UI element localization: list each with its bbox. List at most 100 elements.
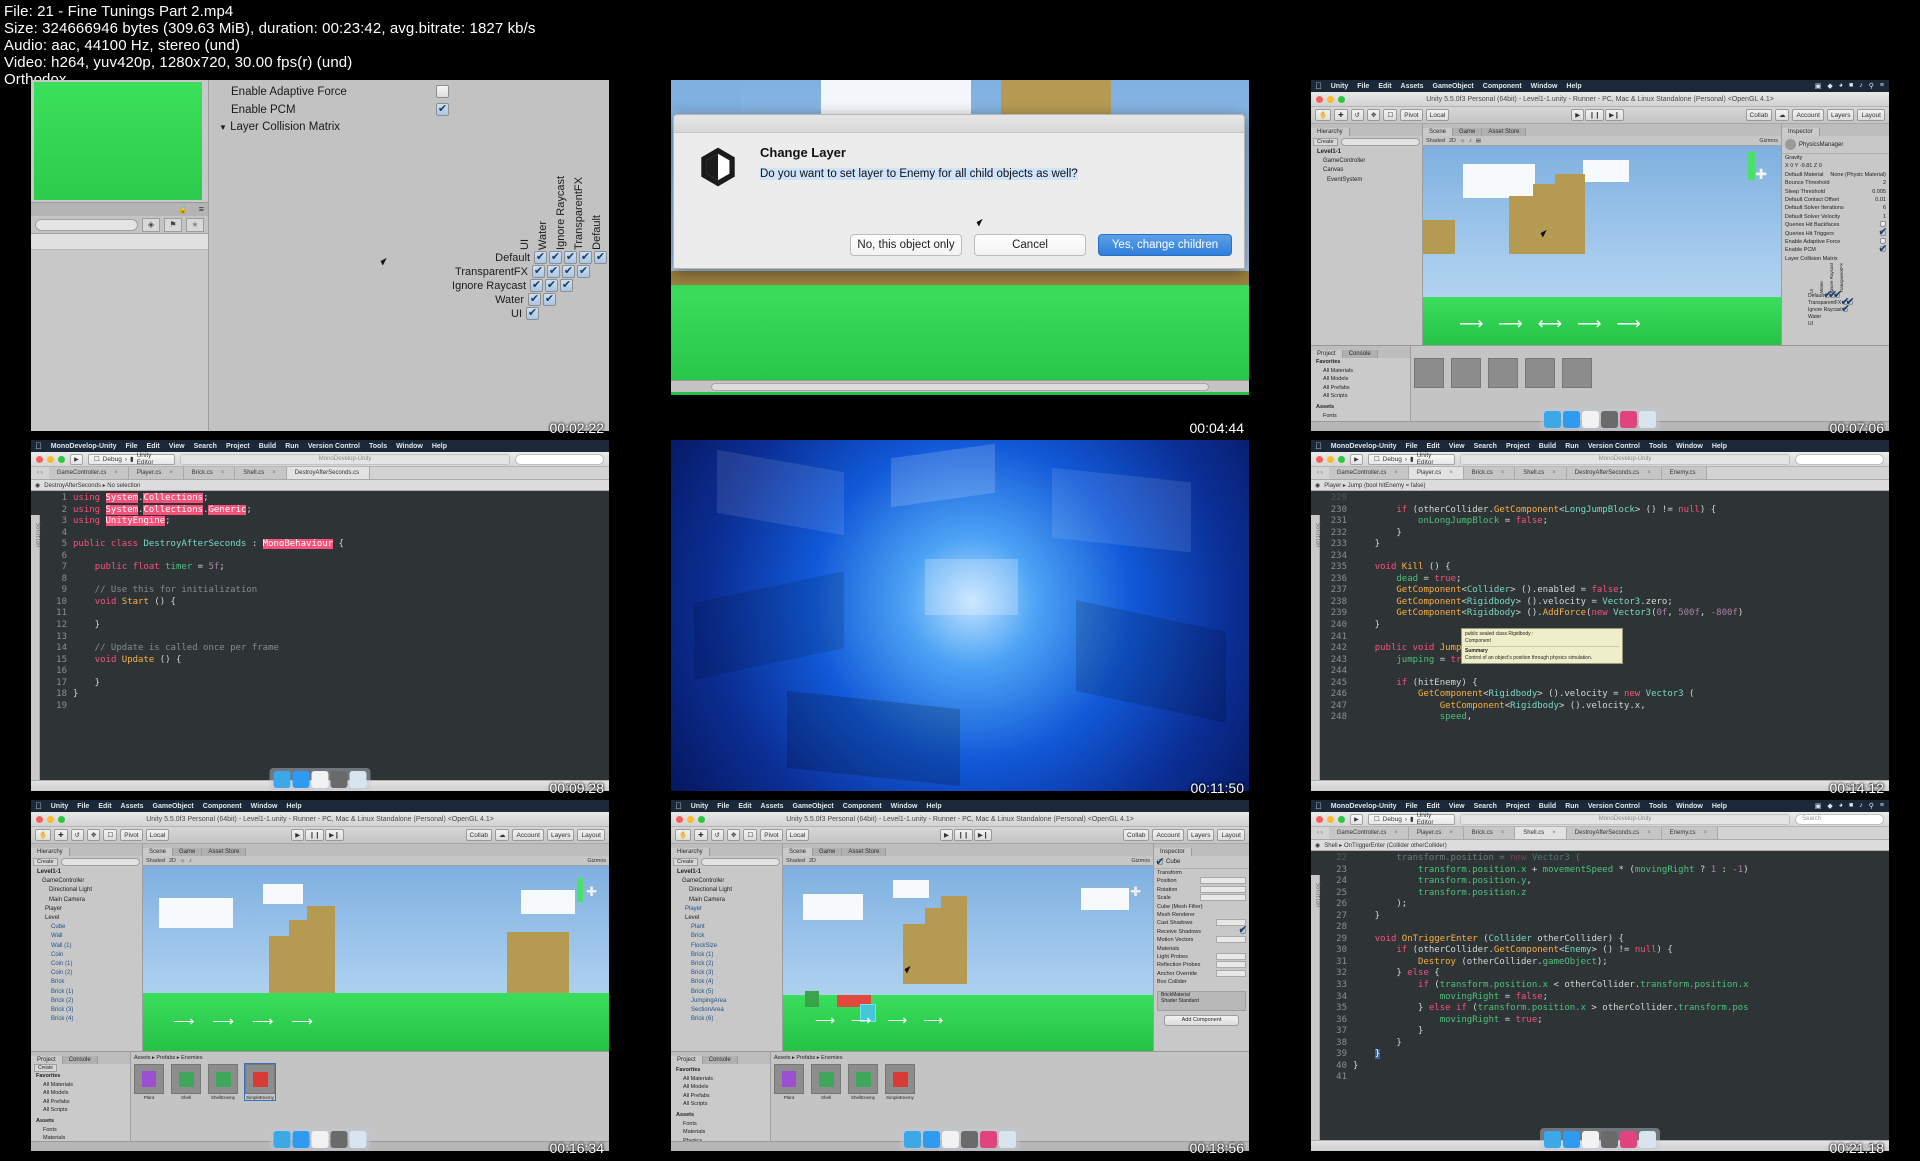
tab-console[interactable]: Console xyxy=(702,1056,738,1064)
fav-all-models[interactable]: All Models xyxy=(671,1083,770,1092)
menu-window[interactable]: Window xyxy=(251,803,278,810)
hierarchy-root[interactable]: Level1-1 xyxy=(31,868,142,877)
cell-tfx-water[interactable] xyxy=(547,265,560,278)
account-button[interactable]: Account xyxy=(512,829,544,841)
shading-dropdown[interactable]: Shaded xyxy=(786,858,805,864)
hierarchy-item-15[interactable]: Brick (6) xyxy=(671,1015,782,1024)
hierarchy-item-9[interactable]: Brick (2) xyxy=(671,960,782,969)
cell-ir-water[interactable] xyxy=(545,279,558,292)
matrix-row-ignore-raycast[interactable]: Ignore Raycast xyxy=(277,279,607,292)
receive-shadows-checkbox[interactable] xyxy=(1240,927,1246,934)
playback-controls[interactable]: ▶ ❙❙ ▶❙ xyxy=(939,829,993,841)
section-transform[interactable]: Transform xyxy=(1154,869,1249,877)
menu-window[interactable]: Window xyxy=(891,803,918,810)
safari-icon[interactable] xyxy=(1563,411,1580,428)
trash-icon[interactable] xyxy=(1639,1131,1656,1148)
tab-gamecontroller-cs[interactable]: GameController.cs × xyxy=(1328,467,1409,479)
media-icon[interactable] xyxy=(1620,1131,1637,1148)
hierarchy-item-12[interactable]: Brick (5) xyxy=(671,988,782,997)
layer-collision-matrix-foldout[interactable]: ▼ Layer Collision Matrix xyxy=(219,121,340,133)
safari-icon[interactable] xyxy=(1563,1131,1580,1148)
menu-view[interactable]: View xyxy=(169,443,185,450)
create-dropdown[interactable]: Create xyxy=(34,1064,58,1072)
tab-player-cs[interactable]: Player.cs × xyxy=(1408,467,1464,479)
rect-tool-icon[interactable]: ☐ xyxy=(743,829,758,841)
close-icon[interactable]: × xyxy=(1501,830,1505,836)
itunes-icon[interactable] xyxy=(1582,411,1599,428)
apple-icon[interactable]:  xyxy=(35,441,42,451)
rect-tool-icon[interactable]: ☐ xyxy=(1383,109,1398,121)
create-dropdown[interactable]: Create xyxy=(33,858,58,866)
tab-project[interactable]: Project xyxy=(671,1056,703,1064)
hierarchy-root[interactable]: Level1-1 xyxy=(671,868,782,877)
breadcrumb-bar[interactable]: ◉ Player ▸ Jump (bool hitEnemy = false) xyxy=(1311,480,1889,491)
menu-help[interactable]: Help xyxy=(432,443,447,450)
itunes-icon[interactable] xyxy=(311,771,329,788)
2d-toggle[interactable]: 2D xyxy=(169,858,176,864)
thumbnail-cell-1[interactable]: 🔒 ≡ ◈ ⚑ ★ Enable Adaptive Force Enable P… xyxy=(0,80,640,440)
hierarchy-item-9[interactable]: Coin (1) xyxy=(31,960,142,969)
menu-build[interactable]: Build xyxy=(259,443,277,450)
cloud-button[interactable]: ☁ xyxy=(1774,109,1790,121)
menu-assets[interactable]: Assets xyxy=(121,803,144,810)
system-prefs-icon[interactable] xyxy=(330,771,348,788)
light-probes-dropdown[interactable] xyxy=(1216,953,1246,961)
matrix-row-water[interactable]: Water xyxy=(277,293,607,306)
menu-edit[interactable]: Edit xyxy=(98,803,111,810)
thumbnail-cell-9[interactable]:  MonoDevelop-Unity File Edit View Searc… xyxy=(1280,800,1920,1160)
hierarchy-root[interactable]: Level1-1 xyxy=(1311,148,1422,157)
close-icon[interactable]: × xyxy=(1394,470,1398,476)
mac-dock[interactable] xyxy=(1540,408,1660,430)
section-box-collider[interactable]: Box Collider xyxy=(1154,978,1249,986)
menu-build[interactable]: Build xyxy=(1539,443,1557,450)
hierarchy-item-4[interactable]: Level xyxy=(31,914,142,923)
search-input[interactable] xyxy=(515,453,604,465)
shading-dropdown[interactable]: Shaded xyxy=(146,858,165,864)
play-button[interactable]: ▶ xyxy=(939,829,953,841)
tab-hierarchy[interactable]: Hierarchy xyxy=(31,848,70,856)
pivot-toggle[interactable]: Pivot xyxy=(1400,109,1423,121)
hierarchy-item-10[interactable]: Coin (2) xyxy=(31,969,142,978)
cloud-button[interactable]: ☁ xyxy=(494,829,510,841)
asset-fonts[interactable]: Fonts xyxy=(671,1120,770,1129)
gizmo-axis-icon[interactable]: ✚ xyxy=(1130,884,1141,900)
asset-fonts[interactable]: Fonts xyxy=(31,1126,130,1135)
gizmo-axis-icon[interactable]: ✚ xyxy=(1755,166,1767,183)
menu-file[interactable]: File xyxy=(1357,83,1369,90)
cancel-button[interactable]: Cancel xyxy=(974,234,1086,256)
hierarchy-item-eventsystem[interactable]: EventSystem xyxy=(1311,176,1422,185)
pause-button[interactable]: ❙❙ xyxy=(953,829,973,841)
row-anchor-override[interactable]: Anchor Override xyxy=(1154,969,1249,978)
hierarchy-item-14[interactable]: SectionArea xyxy=(671,1006,782,1015)
adaptive-force-row[interactable]: Enable Adaptive Force xyxy=(231,85,561,98)
rotate-tool-icon[interactable]: ↺ xyxy=(70,829,84,841)
minimize-button[interactable] xyxy=(1327,815,1334,823)
menu-run[interactable]: Run xyxy=(1565,803,1579,810)
menu-window[interactable]: Window xyxy=(1531,83,1558,90)
close-icon[interactable]: × xyxy=(1647,470,1651,476)
menu-project[interactable]: Project xyxy=(1506,443,1530,450)
tab-player-cs[interactable]: Player.cs × xyxy=(1408,827,1464,839)
row-scale[interactable]: Scale xyxy=(1154,894,1249,902)
apple-icon[interactable]:  xyxy=(1315,441,1322,451)
tab-gamecontroller-cs[interactable]: GameController.cs × xyxy=(1328,827,1409,839)
asset-item[interactable]: Shell xyxy=(811,1064,841,1100)
trash-icon[interactable] xyxy=(349,771,367,788)
safari-icon[interactable] xyxy=(292,771,310,788)
inspector-row-8[interactable]: Queries Hit Backfaces xyxy=(1782,221,1889,229)
menu-search[interactable]: Search xyxy=(1474,443,1497,450)
favorites-root[interactable]: Favorites xyxy=(31,1072,130,1081)
dropbox-icon[interactable]: ◆ xyxy=(1827,82,1832,90)
maximize-button[interactable] xyxy=(58,455,65,463)
window-controls[interactable] xyxy=(1316,815,1345,823)
dropbox-icon[interactable]: ◆ xyxy=(1827,802,1832,810)
tab-scene[interactable]: Scene xyxy=(143,848,174,856)
mac-dock[interactable] xyxy=(269,1128,371,1150)
tab-game[interactable]: Game xyxy=(1453,128,1483,136)
rotate-tool-icon[interactable]: ↺ xyxy=(1350,109,1364,121)
menu-run[interactable]: Run xyxy=(285,443,299,450)
menu-file[interactable]: File xyxy=(77,803,89,810)
tab-shell-cs[interactable]: Shell.cs × xyxy=(1515,467,1567,479)
tab-brick-cs[interactable]: Brick.cs × xyxy=(183,467,236,479)
fav-all-scripts[interactable]: All Scripts xyxy=(671,1100,770,1109)
